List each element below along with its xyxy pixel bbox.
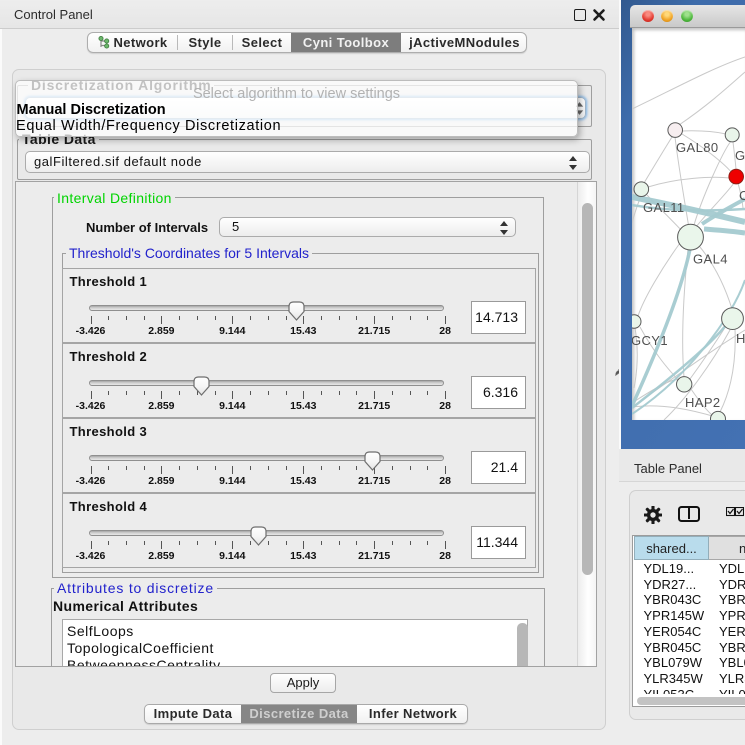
svg-text:HAP2: HAP2 <box>685 395 721 410</box>
svg-text:GAL80: GAL80 <box>676 140 718 155</box>
svg-text:CBF1: CBF1 <box>739 188 745 203</box>
svg-text:GAL3: GAL3 <box>735 148 745 163</box>
svg-text:GAL4: GAL4 <box>693 252 728 267</box>
svg-text:GAL11: GAL11 <box>643 200 685 215</box>
svg-text:GCY1: GCY1 <box>632 333 668 348</box>
svg-text:HIS4: HIS4 <box>736 331 745 346</box>
